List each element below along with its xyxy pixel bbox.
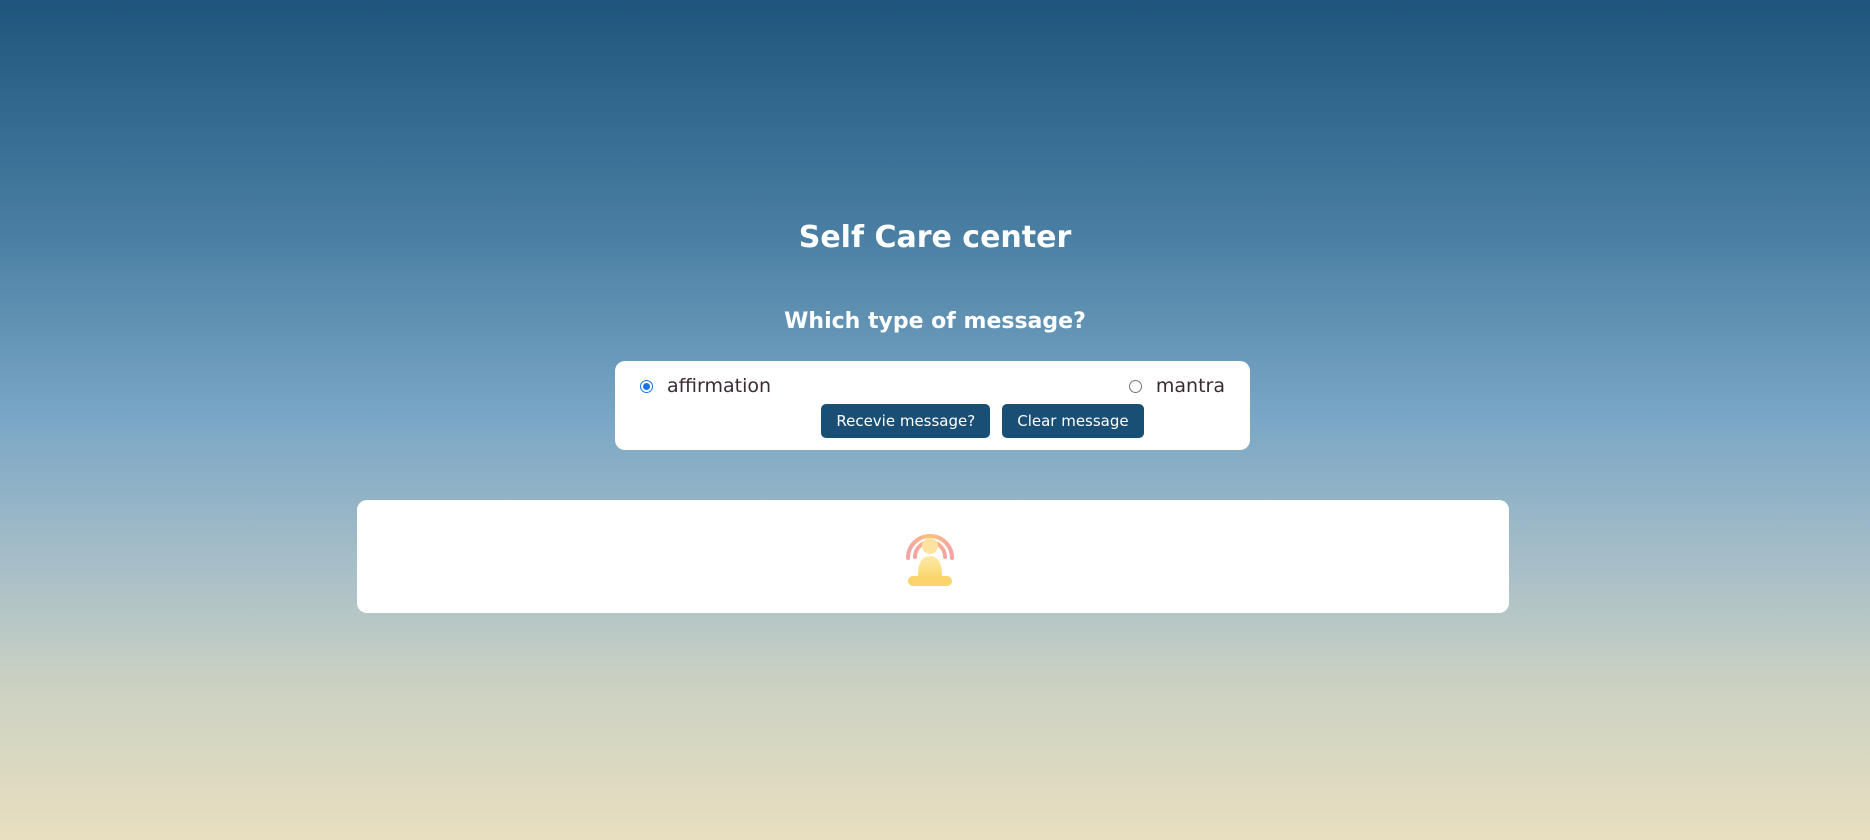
message-display <box>357 500 1509 613</box>
affirmation-radio[interactable] <box>640 379 653 393</box>
clear-message-button[interactable]: Clear message <box>1002 404 1144 438</box>
meditation-icon <box>906 534 954 586</box>
page-title: Self Care center <box>798 220 1072 255</box>
message-type-form: affirmation mantra Recevie message? Clea… <box>615 361 1250 450</box>
receive-message-button[interactable]: Recevie message? <box>821 404 991 438</box>
message-type-question: Which type of message? <box>784 309 1086 334</box>
form-buttons: Recevie message? Clear message <box>615 404 1250 438</box>
mantra-radio[interactable] <box>1128 379 1142 393</box>
mantra-label: mantra <box>1155 375 1225 397</box>
affirmation-option[interactable]: affirmation <box>640 375 771 397</box>
mantra-option[interactable]: mantra <box>1128 375 1225 397</box>
affirmation-label: affirmation <box>667 375 772 397</box>
